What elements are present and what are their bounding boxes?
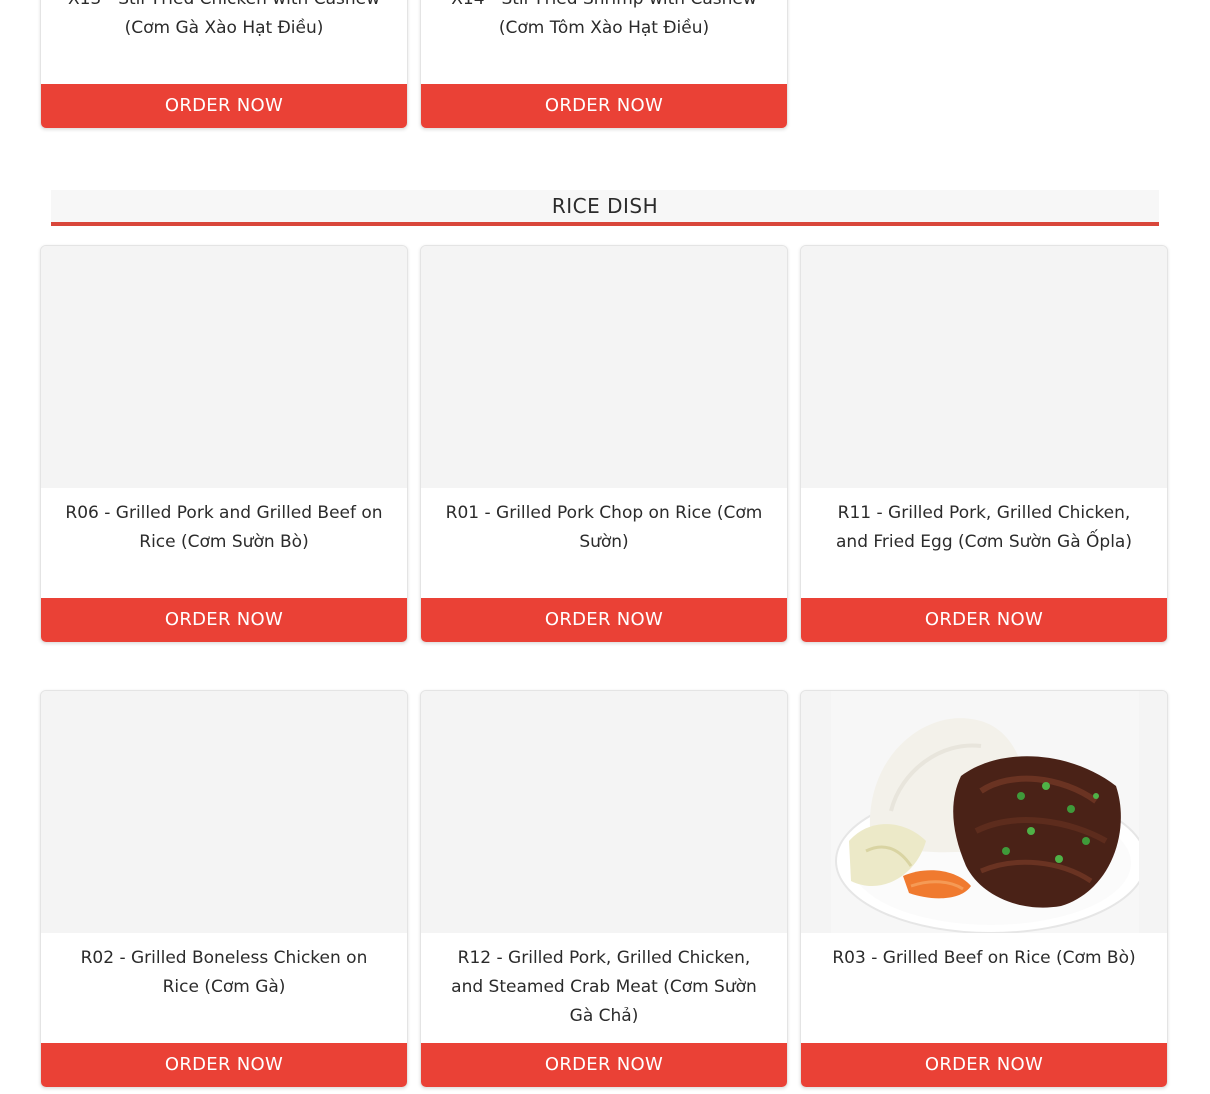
item-image-placeholder — [41, 246, 407, 488]
order-now-button[interactable]: ORDER NOW — [801, 1043, 1167, 1087]
order-now-button[interactable]: ORDER NOW — [41, 84, 407, 128]
menu-item-card: R11 - Grilled Pork, Grilled Chicken, and… — [800, 245, 1168, 643]
item-image-placeholder — [801, 246, 1167, 488]
item-image-placeholder — [41, 691, 407, 933]
item-image-placeholder — [421, 691, 787, 933]
item-title: R03 - Grilled Beef on Rice (Cơm Bò) — [832, 948, 1136, 968]
order-now-button[interactable]: ORDER NOW — [41, 1043, 407, 1087]
order-now-button[interactable]: ORDER NOW — [421, 1043, 787, 1087]
item-title: R06 - Grilled Pork and Grilled Beef on R… — [65, 503, 383, 552]
menu-item-card: R12 - Grilled Pork, Grilled Chicken, and… — [420, 690, 788, 1088]
item-image-placeholder — [421, 246, 787, 488]
menu-item-card: R06 - Grilled Pork and Grilled Beef on R… — [40, 245, 408, 643]
order-now-button[interactable]: ORDER NOW — [801, 598, 1167, 642]
item-title: R01 - Grilled Pork Chop on Rice (Cơm Sườ… — [445, 503, 763, 552]
section-header: RICE DISH — [51, 190, 1159, 226]
grilled-beef-rice-photo — [831, 691, 1139, 933]
menu-item-card: R01 - Grilled Pork Chop on Rice (Cơm Sườ… — [420, 245, 788, 643]
item-title: X13 - Stir Fried Chicken with Cashew (Cơ… — [68, 0, 380, 38]
order-now-button[interactable]: ORDER NOW — [421, 598, 787, 642]
menu-page: X13 - Stir Fried Chicken with Cashew (Cơ… — [0, 0, 1210, 1094]
menu-item-card: X13 - Stir Fried Chicken with Cashew (Cơ… — [40, 0, 408, 129]
item-title: R11 - Grilled Pork, Grilled Chicken, and… — [836, 503, 1132, 552]
menu-item-card: R03 - Grilled Beef on Rice (Cơm Bò) ORDE… — [800, 690, 1168, 1088]
item-title: R12 - Grilled Pork, Grilled Chicken, and… — [451, 948, 757, 1026]
menu-item-card: R02 - Grilled Boneless Chicken on Rice (… — [40, 690, 408, 1088]
order-now-button[interactable]: ORDER NOW — [41, 598, 407, 642]
item-image — [801, 691, 1167, 933]
menu-item-card: X14 - Stir Fried Shrimp with Cashew (Cơm… — [420, 0, 788, 129]
section-title: RICE DISH — [551, 194, 659, 218]
item-title: R02 - Grilled Boneless Chicken on Rice (… — [80, 948, 368, 997]
item-title: X14 - Stir Fried Shrimp with Cashew (Cơm… — [451, 0, 757, 38]
order-now-button[interactable]: ORDER NOW — [421, 84, 787, 128]
